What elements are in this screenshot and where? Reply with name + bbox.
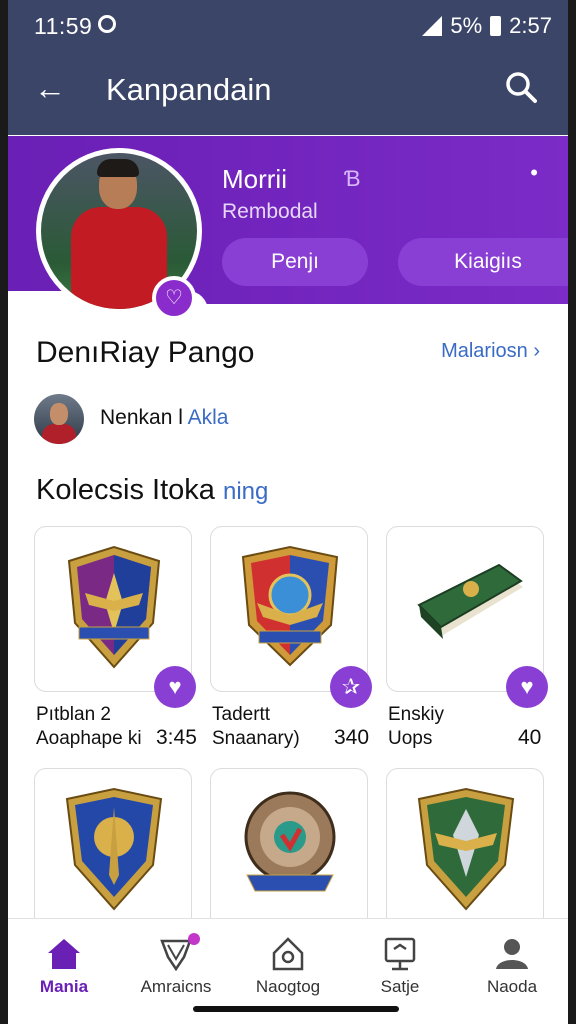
profile-icon	[496, 939, 528, 969]
nav-label: Satje	[380, 977, 420, 996]
search-icon[interactable]	[504, 70, 538, 104]
nav-label: Naogtog	[255, 977, 321, 996]
verified-icon: Ɓ	[344, 166, 361, 191]
book-icon	[417, 563, 523, 639]
phone-screen: 11:59 5% 2:57 ← Kanpandain ♡ Morrii Ɓ Re…	[8, 0, 568, 1024]
crest-shield-icon	[417, 787, 515, 911]
item-name: Pıtblan 2	[36, 704, 111, 725]
status-clock: 2:57	[509, 13, 552, 38]
item-card[interactable]	[210, 768, 368, 928]
profile-subtitle: Rembodal	[222, 200, 318, 223]
signal-icon	[422, 16, 443, 36]
owner-name-text: Nenkan l	[100, 406, 183, 429]
item-subtitle: Aoaphape ki	[36, 728, 142, 749]
page-title: Kanpandain	[106, 72, 272, 107]
medallion-icon	[244, 791, 336, 892]
battery-icon	[490, 16, 502, 36]
more-dot-icon[interactable]: •	[530, 160, 538, 186]
nav-item-store[interactable]: Satje	[344, 919, 456, 1009]
owner-body	[42, 424, 76, 444]
status-right: 5% 2:57	[422, 13, 552, 39]
nav-item-achievements[interactable]: Amraicns	[120, 919, 232, 1009]
top-bar: 11:59 5% 2:57 ← Kanpandain	[8, 0, 568, 135]
collection-title-accent: ning	[222, 478, 269, 505]
crest-shield-icon	[241, 545, 339, 667]
heart-icon[interactable]: ♥	[154, 666, 196, 708]
nav-item-profile[interactable]: Naoda	[456, 919, 568, 1009]
nav-label: Amraicns	[140, 977, 212, 996]
item-price: 3:45	[156, 726, 197, 749]
status-time: 11:59	[34, 13, 93, 39]
owner-name[interactable]: Nenkan l Akla	[100, 406, 228, 430]
app-notification-icon	[98, 15, 116, 33]
item-subtitle: Uops	[388, 728, 433, 749]
owner-avatar[interactable]	[34, 394, 84, 444]
nav-item-explore[interactable]: Naogtog	[232, 919, 344, 1009]
section-link[interactable]: Malariosn ›	[441, 340, 540, 363]
home-indicator[interactable]	[193, 1006, 399, 1012]
collection-title-text: Kolecsis Itoka	[36, 474, 215, 506]
back-arrow-icon[interactable]: ←	[34, 72, 66, 104]
header-button-primary[interactable]: Penjı	[222, 238, 368, 286]
avatar-edit-icon[interactable]: ♡	[152, 276, 196, 320]
store-icon	[384, 937, 416, 971]
notification-dot	[188, 933, 200, 945]
nav-label: Naoda	[486, 977, 538, 996]
collection-title: Kolecsis Itoka ning	[36, 474, 268, 507]
heart-icon[interactable]: ♥	[506, 666, 548, 708]
home-icon	[48, 939, 80, 969]
item-price: 40	[518, 726, 542, 749]
house-outline-icon	[272, 937, 304, 971]
avatar-hair	[97, 159, 139, 177]
item-card[interactable]	[34, 768, 192, 928]
item-name: Tadertt	[212, 704, 271, 725]
item-name: Enskiy	[388, 704, 444, 725]
battery-percent: 5%	[450, 13, 483, 38]
item-price: 340	[334, 726, 370, 749]
crest-shield-icon	[65, 787, 163, 911]
status-bar: 11:59 5% 2:57	[8, 0, 568, 52]
header-button-secondary[interactable]: Kiaigiıs	[398, 238, 568, 286]
nav-item-home[interactable]: Mania	[8, 919, 120, 1009]
owner-name-accent: Akla	[187, 406, 229, 429]
item-card[interactable]	[386, 768, 544, 928]
nav-label: Mania	[39, 977, 89, 996]
section-title: DenıRiay Pango	[36, 336, 255, 369]
profile-name: Morrii	[222, 164, 287, 194]
crest-shield-icon	[67, 545, 161, 669]
item-subtitle: Snaanary)	[212, 728, 300, 749]
owner-face	[50, 403, 68, 425]
star-icon[interactable]: ✰	[330, 666, 372, 708]
